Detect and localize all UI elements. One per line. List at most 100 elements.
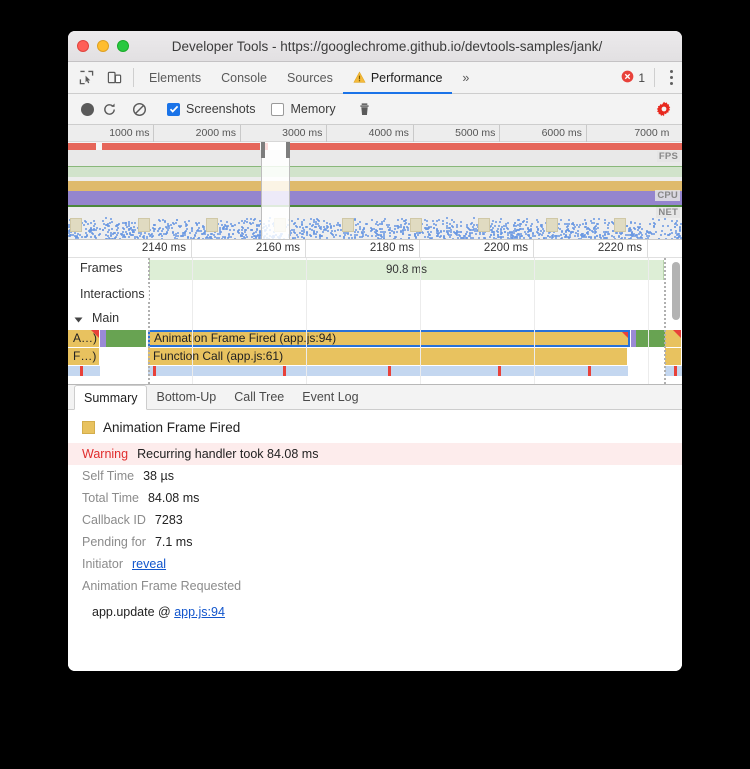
tab-console-label: Console <box>221 70 267 85</box>
summary-pending-for-value: 7.1 ms <box>154 535 193 549</box>
tab-sources[interactable]: Sources <box>277 62 343 93</box>
tabstrip-divider <box>133 68 134 87</box>
summary-row-animation-frame-requested: Animation Frame Requested <box>68 575 682 597</box>
selection-handle-left[interactable] <box>261 142 266 158</box>
gear-icon[interactable] <box>656 101 672 117</box>
inspect-element-icon[interactable] <box>72 62 100 93</box>
flame-bar-animation-frame-fired[interactable]: Animation Frame Fired (app.js:94) <box>148 330 630 347</box>
summary-event-title: Animation Frame Fired <box>68 420 682 443</box>
flame-bar-truncated-function-call[interactable]: F…) <box>68 348 100 365</box>
screenshot-thumbnail[interactable] <box>546 218 558 232</box>
memory-checkbox[interactable]: Memory <box>271 102 336 116</box>
vertical-dots-icon[interactable] <box>660 62 682 93</box>
screenshot-thumbnail[interactable] <box>70 218 82 232</box>
tab-elements-label: Elements <box>149 70 202 85</box>
summary-row-warning: Warning Recurring handler took 84.08 ms <box>68 443 682 465</box>
tab-performance[interactable]: Performance <box>342 62 453 94</box>
summary-callback-id-label: Callback ID <box>82 513 146 527</box>
warning-triangle-icon <box>353 71 366 84</box>
frame-boundary-line <box>148 258 150 384</box>
error-count-badge[interactable]: 1 <box>621 62 649 93</box>
track-main[interactable]: Main <box>68 310 682 328</box>
tab-summary-label: Summary <box>84 390 138 405</box>
screenshots-checkbox-box[interactable] <box>167 102 180 116</box>
frame-boundary-line <box>664 258 666 384</box>
warning-corner-icon <box>673 330 681 338</box>
record-button[interactable] <box>81 102 94 116</box>
flame-chart-gridline <box>648 258 649 384</box>
tabstrip-spacer <box>479 62 621 93</box>
clear-recording-icon[interactable] <box>124 102 154 117</box>
cpu-band-label: CPU <box>655 190 680 201</box>
screenshot-thumbnail[interactable] <box>614 218 626 232</box>
flame-chart-pane[interactable]: 2140 ms 2160 ms 2180 ms 2200 ms 2220 ms 90.8… <box>68 240 682 385</box>
screenshot-thumbnail[interactable] <box>478 218 490 232</box>
overview-ruler: 1000 ms 2000 ms 3000 ms 4000 ms 5000 ms 6000 … <box>68 125 682 142</box>
device-toolbar-icon[interactable] <box>100 62 128 93</box>
track-main-label: Main <box>88 311 124 325</box>
screenshot-thumbnail[interactable] <box>410 218 422 232</box>
tab-event-log[interactable]: Event Log <box>293 385 367 409</box>
summary-pending-for-label: Pending for <box>82 535 146 549</box>
summary-row-callback-id: Callback ID 7283 <box>68 509 682 531</box>
flame-bar-warning-tick <box>153 366 156 376</box>
track-interactions[interactable]: Interactions <box>68 284 682 308</box>
flame-bar-warning-tick <box>283 366 286 376</box>
flame-bar-warning-tick <box>80 366 83 376</box>
memory-checkbox-box[interactable] <box>271 102 285 116</box>
tab-bottom-up[interactable]: Bottom-Up <box>147 385 225 409</box>
summary-row-initiator: Initiator reveal <box>68 553 682 575</box>
trash-icon[interactable] <box>350 102 380 117</box>
flame-chart-gridline <box>306 258 307 384</box>
window-title: Developer Tools - https://googlechrome.g… <box>171 38 603 54</box>
error-count-label: 1 <box>638 70 645 85</box>
flame-bar-animation-frame-next[interactable] <box>665 330 682 347</box>
tab-event-log-label: Event Log <box>302 390 359 404</box>
flame-bar-truncated-animation-frame[interactable]: A…) <box>68 330 100 347</box>
warning-corner-icon <box>91 330 99 338</box>
window-titlebar: Developer Tools - https://googlechrome.g… <box>68 31 682 62</box>
initiator-reveal-link[interactable]: reveal <box>132 557 166 571</box>
overview-selection-window[interactable] <box>261 142 290 239</box>
summary-animation-frame-requested-label: Animation Frame Requested <box>82 579 242 593</box>
screenshot-thumbnail[interactable] <box>206 218 218 232</box>
screenshot-thumbnail[interactable] <box>138 218 150 232</box>
reload-and-record-icon[interactable] <box>94 102 124 117</box>
memory-label: Memory <box>290 102 336 116</box>
tab-overflow-button[interactable]: » <box>452 62 479 93</box>
performance-toolbar: Screenshots Memory <box>68 94 682 125</box>
frame-block[interactable]: 90.8 ms <box>149 260 664 280</box>
tab-call-tree-label: Call Tree <box>234 390 285 404</box>
screenshots-checkbox[interactable]: Screenshots <box>167 102 255 116</box>
tab-elements[interactable]: Elements <box>139 62 211 93</box>
screenshots-label: Screenshots <box>186 102 256 116</box>
chevron-down-icon[interactable] <box>74 317 83 323</box>
event-color-swatch <box>82 421 95 434</box>
flame-bar-function-call-next[interactable] <box>665 348 682 365</box>
summary-event-name: Animation Frame Fired <box>103 420 241 435</box>
tab-sources-label: Sources <box>286 70 333 85</box>
flame-bar-depth2-left[interactable] <box>68 366 100 376</box>
tab-bottom-up-label: Bottom-Up <box>156 390 217 404</box>
fps-band-label: FPS <box>656 151 680 162</box>
flame-bar-green-block[interactable] <box>106 330 146 347</box>
tab-call-tree[interactable]: Call Tree <box>225 385 293 409</box>
timeline-overview-pane[interactable]: 1000 ms 2000 ms 3000 ms 4000 ms 5000 ms 6000 … <box>68 125 682 240</box>
tabstrip-divider-right <box>654 68 655 87</box>
summary-total-time-label: Total Time <box>82 491 139 505</box>
flame-chart-ruler-tick: 2220 ms <box>68 240 648 258</box>
flame-bar-warning-tick <box>388 366 391 376</box>
flame-chart-scrollbar[interactable] <box>672 262 680 320</box>
tab-summary[interactable]: Summary <box>74 385 148 410</box>
screenshot-thumbnail[interactable] <box>342 218 354 232</box>
tab-console[interactable]: Console <box>211 62 277 93</box>
flame-chart-gridline <box>420 258 421 384</box>
flame-bar-function-call[interactable]: Function Call (app.js:61) <box>148 348 628 365</box>
overview-net-band: NET <box>68 207 682 239</box>
flame-bar-label: Function Call (app.js:61) <box>153 349 284 363</box>
summary-initiator-label: Initiator <box>82 557 123 571</box>
track-frames[interactable]: 90.8 ms Frames <box>68 258 682 282</box>
detail-view-tabs: Summary Bottom-Up Call Tree Event Log <box>68 385 682 410</box>
selection-handle-right[interactable] <box>285 142 290 158</box>
stack-source-link[interactable]: app.js:94 <box>174 605 225 619</box>
